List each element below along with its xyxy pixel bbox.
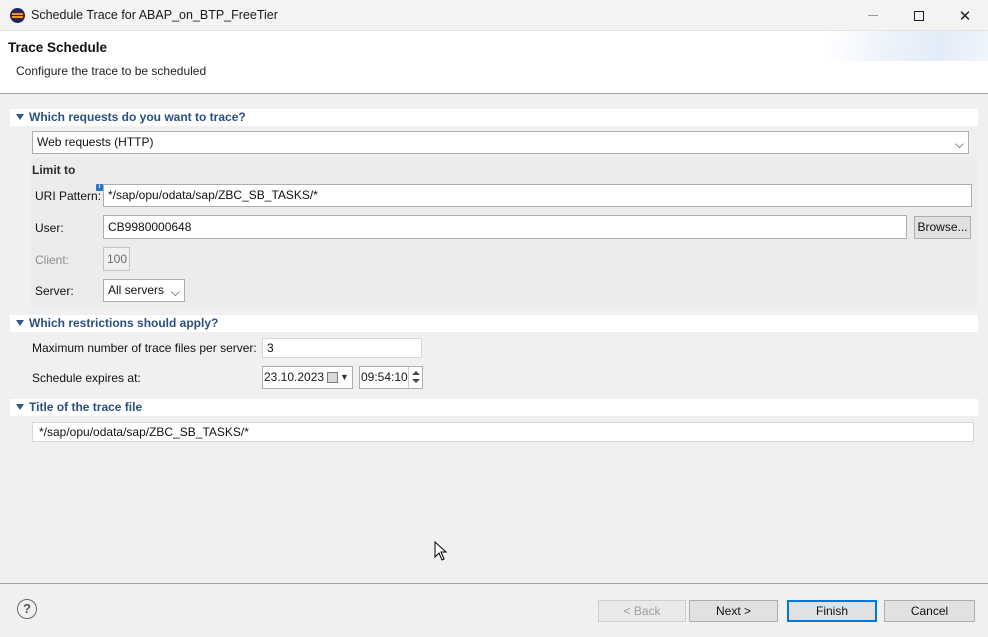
expires-time-spinner[interactable]: 09:54:10 — [359, 366, 423, 389]
triangle-down-icon[interactable] — [16, 114, 24, 120]
maximize-icon — [914, 10, 924, 21]
page-title: Trace Schedule — [8, 40, 108, 55]
section-restrictions-header[interactable]: Which restrictions should apply? — [10, 315, 978, 332]
section-requests-title: Which requests do you want to trace? — [29, 110, 246, 124]
eclipse-icon — [10, 8, 25, 23]
expires-date-picker[interactable]: 23.10.2023 ▼ — [262, 366, 353, 389]
spin-down-icon[interactable] — [412, 379, 420, 383]
help-icon[interactable]: ? — [17, 599, 37, 619]
request-type-value: Web requests (HTTP) — [37, 135, 154, 149]
calendar-icon[interactable] — [327, 372, 338, 383]
spin-up-icon[interactable] — [412, 371, 420, 375]
minimize-icon — [868, 15, 878, 16]
section-title-title: Title of the trace file — [29, 400, 143, 414]
window-titlebar: Schedule Trace for ABAP_on_BTP_FreeTier … — [0, 0, 988, 31]
back-button[interactable]: < Back — [598, 600, 686, 622]
expires-date-value: 23.10.2023 — [264, 370, 325, 384]
chevron-down-icon[interactable]: ▼ — [340, 367, 349, 388]
close-button[interactable]: ✕ — [942, 0, 988, 31]
close-icon: ✕ — [958, 7, 972, 25]
section-requests-header[interactable]: Which requests do you want to trace? — [10, 109, 978, 126]
uri-pattern-input[interactable]: */sap/opu/odata/sap/ZBC_SB_TASKS/* — [103, 184, 972, 207]
footer-divider — [0, 583, 988, 584]
info-icon: i — [96, 184, 103, 191]
cancel-button[interactable]: Cancel — [884, 600, 975, 622]
client-input: 100 — [103, 247, 130, 271]
header-banner-decoration — [828, 31, 988, 61]
server-value: All servers — [108, 283, 165, 297]
max-files-input[interactable]: 3 — [262, 338, 422, 358]
uri-pattern-label: URI Pattern: — [35, 189, 102, 203]
expires-time-value: 09:54:10 — [361, 370, 408, 384]
trace-title-input[interactable]: */sap/opu/odata/sap/ZBC_SB_TASKS/* — [32, 422, 974, 442]
triangle-down-icon[interactable] — [16, 404, 24, 410]
time-spin-arrows[interactable] — [408, 367, 422, 388]
page-subtitle: Configure the trace to be scheduled — [16, 64, 207, 78]
client-label: Client: — [35, 253, 70, 267]
request-type-select[interactable]: Web requests (HTTP) ⌵ — [32, 131, 969, 154]
server-label: Server: — [35, 284, 74, 298]
server-select[interactable]: All servers ⌵ — [103, 279, 185, 302]
expires-label: Schedule expires at: — [32, 371, 141, 385]
mouse-cursor-icon — [434, 541, 448, 561]
user-input[interactable]: CB9980000648 — [103, 215, 907, 239]
wizard-header: Trace Schedule Configure the trace to be… — [0, 31, 988, 94]
maximize-button[interactable] — [896, 0, 942, 31]
chevron-down-icon: ⌵ — [170, 285, 180, 299]
minimize-button[interactable] — [850, 0, 896, 31]
section-title-header[interactable]: Title of the trace file — [10, 399, 978, 416]
triangle-down-icon[interactable] — [16, 320, 24, 326]
user-label: User: — [35, 221, 64, 235]
next-button[interactable]: Next > — [689, 600, 778, 622]
chevron-down-icon: ⌵ — [954, 137, 964, 151]
section-restrictions-title: Which restrictions should apply? — [29, 316, 219, 330]
limit-to-label: Limit to — [32, 163, 76, 177]
window-title: Schedule Trace for ABAP_on_BTP_FreeTier — [31, 8, 278, 22]
finish-button[interactable]: Finish — [787, 600, 877, 622]
max-files-label: Maximum number of trace files per server… — [32, 341, 257, 355]
browse-button[interactable]: Browse... — [914, 216, 971, 239]
